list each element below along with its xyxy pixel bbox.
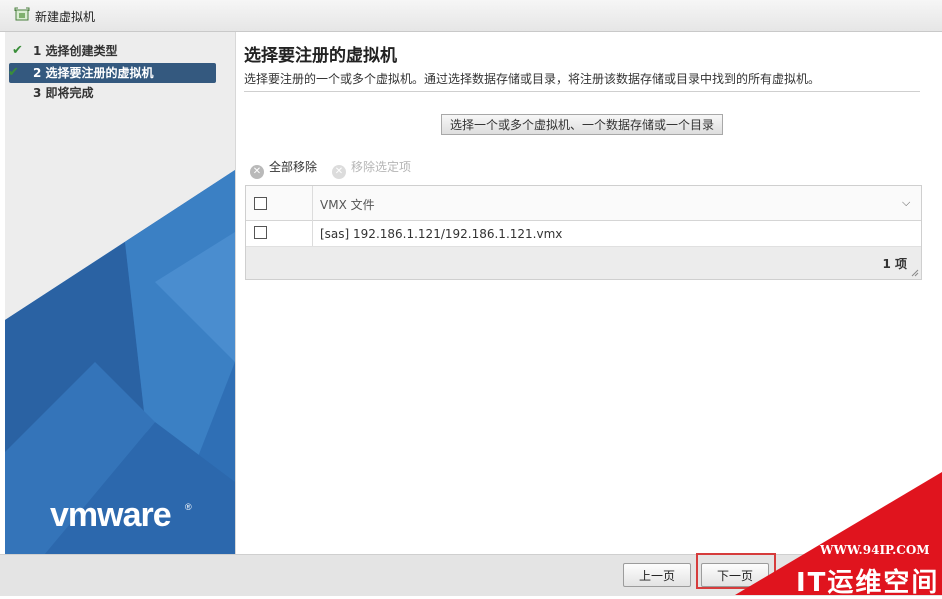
back-button[interactable]: 上一页 — [623, 563, 691, 587]
remove-all-button[interactable]: ✕ 全部移除 — [250, 158, 318, 179]
title-bar: 新建虚拟机 — [0, 0, 942, 32]
step-ready-to-complete[interactable]: 3 即将完成 — [9, 83, 216, 103]
wizard-nav-pane: ✔ 1 选择创建类型 ✔ 2 选择要注册的虚拟机 3 即将完成 vmware ® — [5, 32, 236, 554]
remove-icon: ✕ — [250, 165, 264, 179]
select-vms-button[interactable]: 选择一个或多个虚拟机、一个数据存储或一个目录 — [441, 114, 723, 135]
item-count: 1 项 — [882, 257, 907, 271]
column-header-vmx-file[interactable]: VMX 文件 — [320, 196, 375, 213]
svg-text:vmware: vmware — [50, 496, 171, 534]
grid-header: VMX 文件 ⌵ — [246, 186, 921, 221]
select-all-checkbox[interactable] — [254, 197, 267, 210]
divider — [244, 91, 920, 92]
grid-footer: 1 项 — [246, 247, 921, 279]
step-select-vms-to-register[interactable]: ✔ 2 选择要注册的虚拟机 — [8, 63, 216, 83]
window-title: 新建虚拟机 — [35, 10, 96, 24]
checkmark-icon: ✔ — [8, 65, 19, 80]
table-row[interactable]: [sas] 192.186.1.121/192.186.1.121.vmx — [246, 221, 921, 247]
watermark-url: WWW.94IP.COM — [820, 543, 930, 557]
remove-all-label: 全部移除 — [269, 160, 318, 174]
step-label: 3 即将完成 — [33, 86, 94, 100]
resize-handle-icon[interactable] — [911, 269, 919, 277]
page-description: 选择要注册的一个或多个虚拟机。通过选择数据存储或目录，将注册该数据存储或目录中找… — [244, 72, 821, 86]
vmx-file-cell: [sas] 192.186.1.121/192.186.1.121.vmx — [320, 227, 563, 241]
new-vm-icon — [14, 7, 30, 21]
vmx-file-grid: VMX 文件 ⌵ [sas] 192.186.1.121/192.186.1.1… — [245, 185, 922, 280]
remove-selected-label: 移除选定项 — [351, 160, 412, 174]
step-label: 2 选择要注册的虚拟机 — [33, 66, 154, 80]
page-title: 选择要注册的虚拟机 — [244, 46, 397, 66]
remove-selected-button[interactable]: ✕ 移除选定项 — [332, 158, 412, 179]
brand-background — [5, 170, 235, 554]
remove-icon: ✕ — [332, 165, 346, 179]
step-select-creation-type[interactable]: ✔ 1 选择创建类型 — [9, 41, 216, 61]
chevron-down-icon[interactable]: ⌵ — [902, 196, 910, 210]
row-checkbox[interactable] — [254, 226, 267, 239]
step-label: 1 选择创建类型 — [33, 44, 118, 58]
watermark-text: IT运维空间 — [796, 568, 940, 598]
svg-text:®: ® — [185, 502, 192, 512]
checkmark-icon: ✔ — [12, 43, 23, 58]
vmware-logo: vmware ® — [50, 496, 192, 534]
